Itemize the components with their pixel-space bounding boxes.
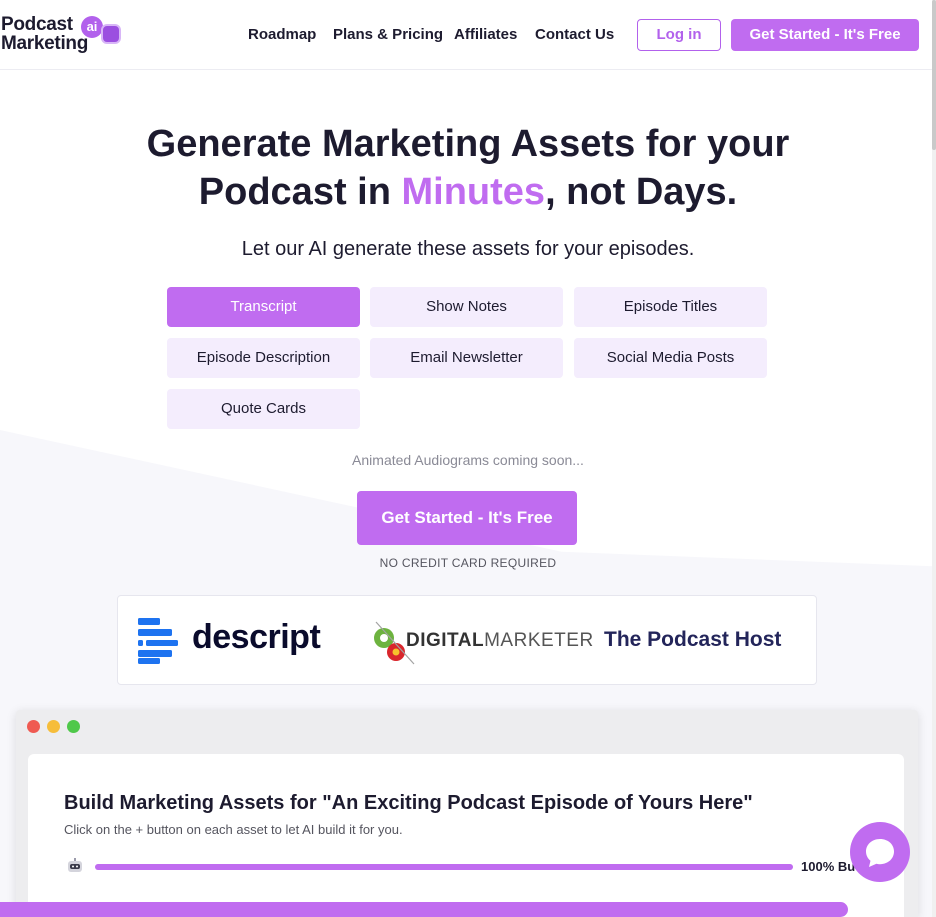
asset-chip-show-notes[interactable]: Show Notes — [370, 287, 563, 327]
nav-contact-us[interactable]: Contact Us — [535, 26, 614, 43]
scrollbar-thumb[interactable] — [932, 0, 936, 150]
build-progress-fill — [95, 864, 793, 870]
login-button[interactable]: Log in — [637, 19, 721, 51]
chat-bubble-icon — [866, 839, 894, 867]
hero-title-accent: Minutes — [401, 171, 546, 213]
brand-logo[interactable]: Podcast Marketing ai — [1, 14, 123, 58]
app-preview-content: Build Marketing Assets for "An Exciting … — [28, 754, 904, 917]
no-credit-card-note: NO CREDIT CARD REQUIRED — [379, 556, 557, 570]
window-close-dot — [27, 720, 40, 733]
asset-chip-quote-cards[interactable]: Quote Cards — [167, 389, 360, 429]
hero-get-started-button[interactable]: Get Started - It's Free — [357, 491, 577, 545]
window-minimize-dot — [47, 720, 60, 733]
build-progress-bar — [95, 864, 793, 870]
app-preview-window: Build Marketing Assets for "An Exciting … — [16, 710, 918, 917]
hero-title-line1: Generate Marketing Assets for your — [146, 123, 790, 165]
nav-plans-pricing[interactable]: Plans & Pricing — [333, 26, 443, 43]
chat-launcher-button[interactable] — [850, 822, 910, 882]
hero-title-line2-end: , not Days. — [545, 171, 738, 213]
asset-chip-episode-titles[interactable]: Episode Titles — [574, 287, 767, 327]
asset-chip-social-media-posts[interactable]: Social Media Posts — [574, 338, 767, 378]
logo-text-line2: Marketing — [1, 33, 89, 54]
partner-logos: descript DIGITALMARKETER The Podcast Hos… — [117, 595, 817, 685]
header-get-started-button[interactable]: Get Started - It's Free — [731, 19, 919, 51]
preview-subtitle: Click on the + button on each asset to l… — [64, 822, 403, 837]
digitalmarketer-wordmark-bold: DIGITAL — [406, 630, 485, 651]
coming-soon-note: Animated Audiograms coming soon... — [352, 452, 584, 468]
asset-chip-transcript[interactable]: Transcript — [167, 287, 360, 327]
digitalmarketer-wordmark-rest: MARKETER — [484, 630, 594, 651]
site-header: Podcast Marketing ai Roadmap Plans & Pri… — [0, 0, 936, 70]
asset-chip-email-newsletter[interactable]: Email Newsletter — [370, 338, 563, 378]
hero-title-line2-start: Podcast in — [198, 171, 402, 213]
descript-logo-icon — [138, 618, 178, 664]
digitalmarketer-wordmark: DIGITALMARKETER — [406, 630, 594, 652]
logo-ai-badge: ai — [81, 16, 103, 38]
window-maximize-dot — [67, 720, 80, 733]
build-progress-label: 100% Bu — [801, 859, 856, 874]
nav-affiliates[interactable]: Affiliates — [454, 26, 517, 43]
the-podcast-host-wordmark: The Podcast Host — [604, 628, 782, 651]
page-scroll-progress — [0, 902, 848, 917]
descript-wordmark: descript — [192, 618, 321, 656]
robot-icon — [101, 24, 121, 44]
hero-title: Generate Marketing Assets for your Podca… — [0, 120, 936, 216]
asset-chip-episode-description[interactable]: Episode Description — [167, 338, 360, 378]
preview-title: Build Marketing Assets for "An Exciting … — [64, 792, 753, 814]
nav-roadmap[interactable]: Roadmap — [248, 26, 316, 43]
hero-subtitle: Let our AI generate these assets for you… — [241, 238, 695, 260]
robot-icon — [68, 858, 82, 872]
